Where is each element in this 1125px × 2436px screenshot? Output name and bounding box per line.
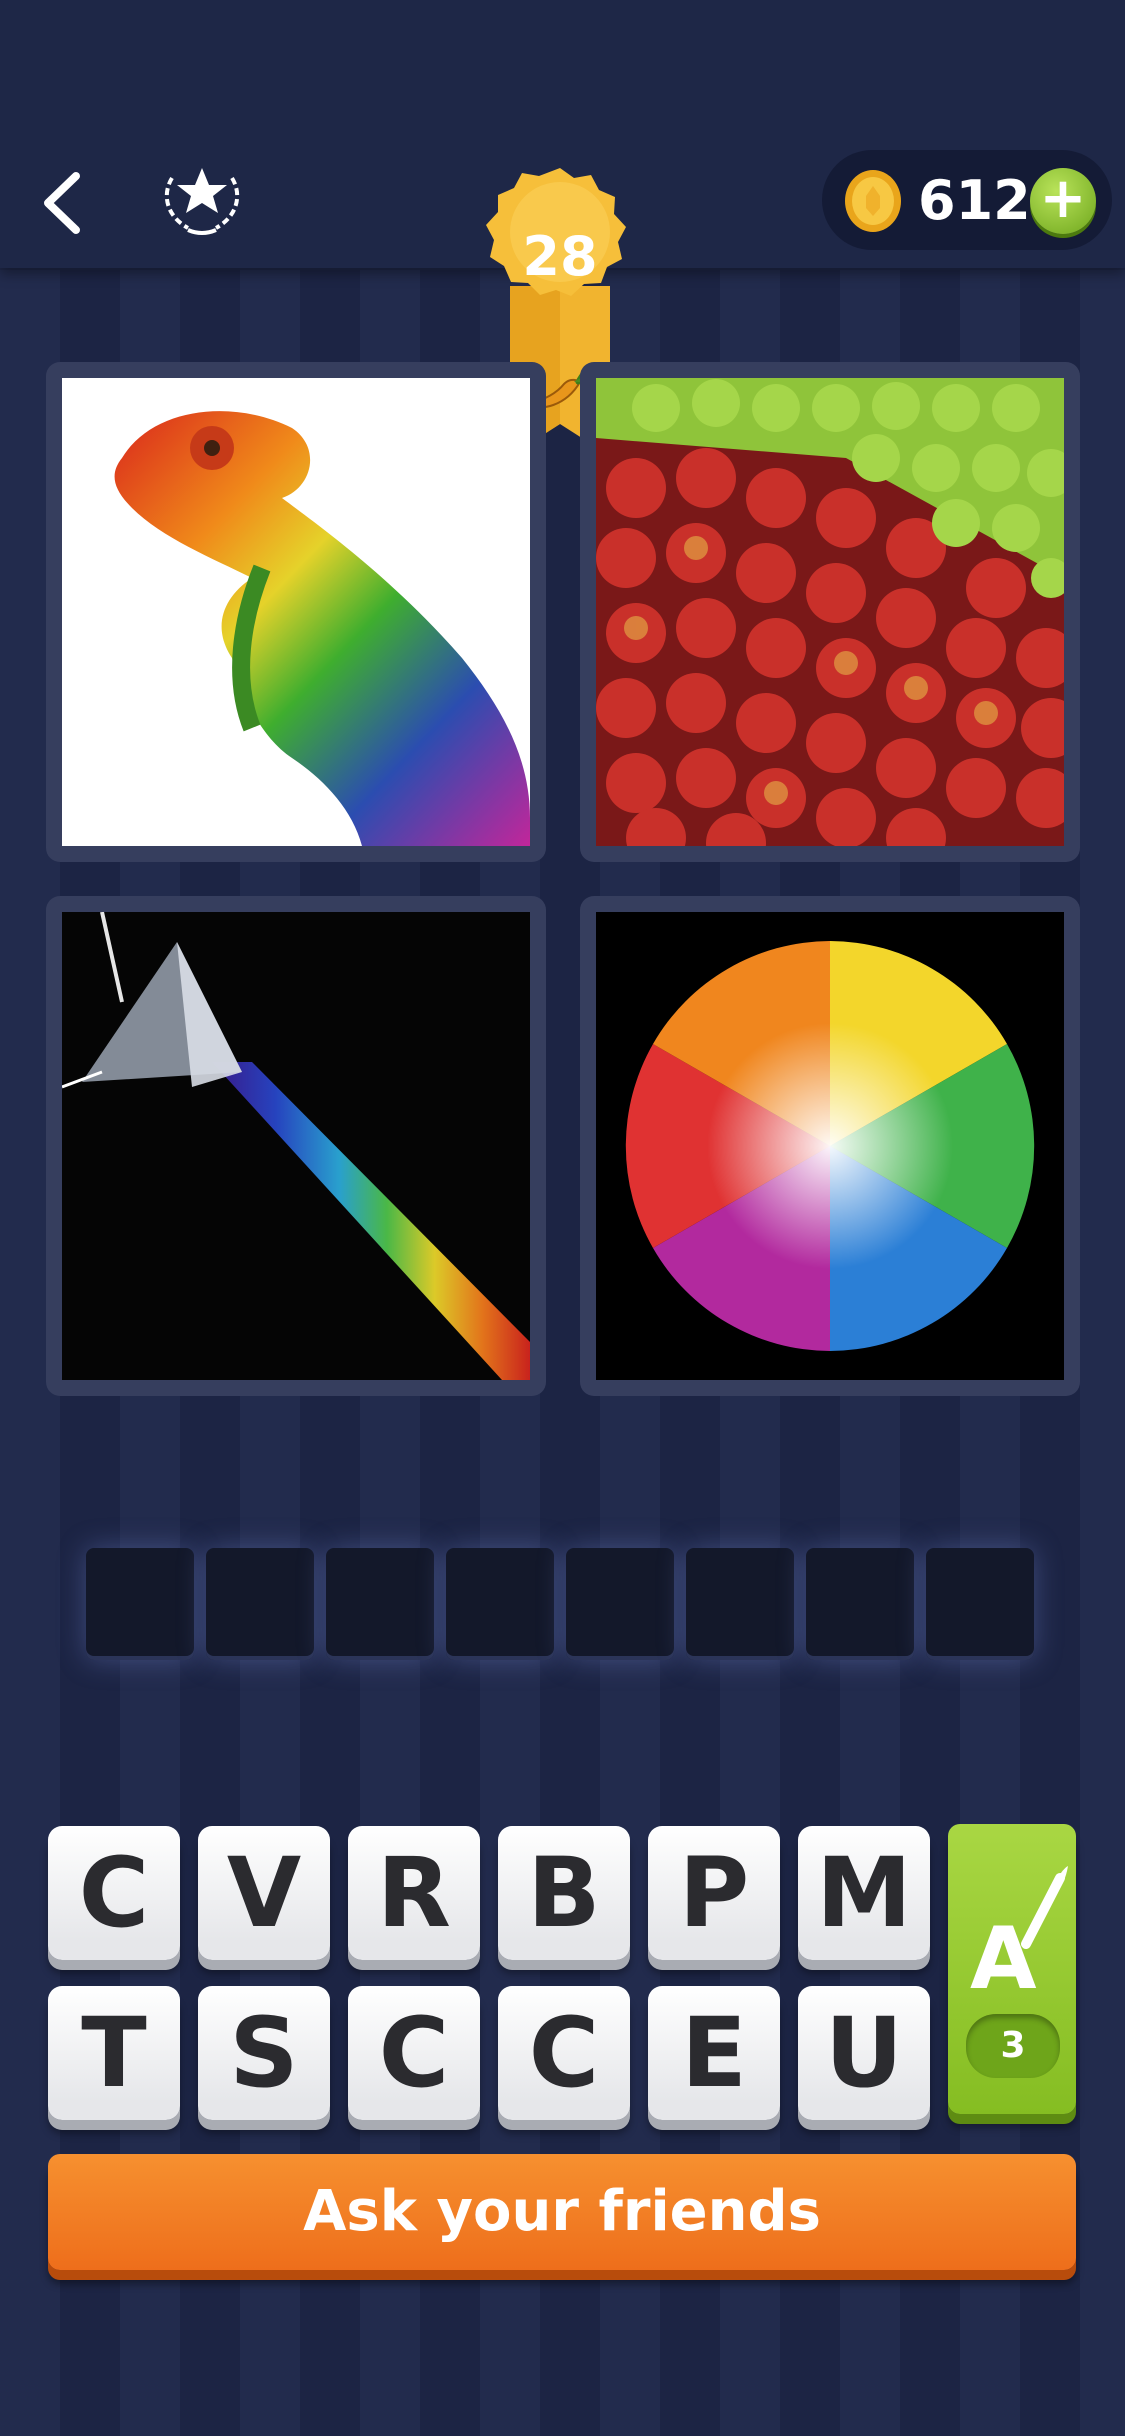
coin-count: 612: [918, 169, 1031, 232]
letter-key[interactable]: C: [348, 1986, 480, 2120]
chevron-left-icon: [44, 172, 80, 234]
answer-slots: [86, 1548, 1040, 1664]
letter-key[interactable]: C: [498, 1986, 630, 2120]
hint-count: 3: [966, 2014, 1060, 2078]
puzzle-image-3-prism[interactable]: [46, 896, 546, 1396]
letter-key[interactable]: M: [798, 1826, 930, 1960]
svg-text:A: A: [970, 1909, 1037, 2008]
coin-icon: [842, 168, 904, 234]
letter-key[interactable]: S: [198, 1986, 330, 2120]
letter-key[interactable]: E: [648, 1986, 780, 2120]
add-coins-button[interactable]: +: [1030, 168, 1096, 234]
answer-slot[interactable]: [686, 1548, 794, 1660]
letter-key[interactable]: U: [798, 1986, 930, 2120]
answer-slot[interactable]: [86, 1548, 194, 1660]
letter-key[interactable]: T: [48, 1986, 180, 2120]
letter-key[interactable]: V: [198, 1826, 330, 1960]
answer-slot[interactable]: [806, 1548, 914, 1660]
letter-key[interactable]: R: [348, 1826, 480, 1960]
letter-key[interactable]: C: [48, 1826, 180, 1960]
answer-slot[interactable]: [206, 1548, 314, 1660]
letter-key[interactable]: P: [648, 1826, 780, 1960]
answer-slot[interactable]: [926, 1548, 1034, 1660]
puzzle-image-4-color-wheel[interactable]: [580, 896, 1080, 1396]
answer-slot[interactable]: [566, 1548, 674, 1660]
achievements-button[interactable]: [158, 158, 246, 236]
brush-letter-a-icon: A: [970, 1866, 1068, 2008]
back-button[interactable]: [36, 168, 96, 238]
ask-friends-button[interactable]: Ask your friends: [48, 2154, 1076, 2270]
puzzle-image-2-apples[interactable]: [580, 362, 1080, 862]
puzzle-image-1-chameleon[interactable]: [46, 362, 546, 862]
laurel-star-icon: [164, 168, 240, 235]
letter-key[interactable]: B: [498, 1826, 630, 1960]
level-number: 28: [522, 225, 598, 288]
answer-slot[interactable]: [446, 1548, 554, 1660]
answer-slot[interactable]: [326, 1548, 434, 1660]
